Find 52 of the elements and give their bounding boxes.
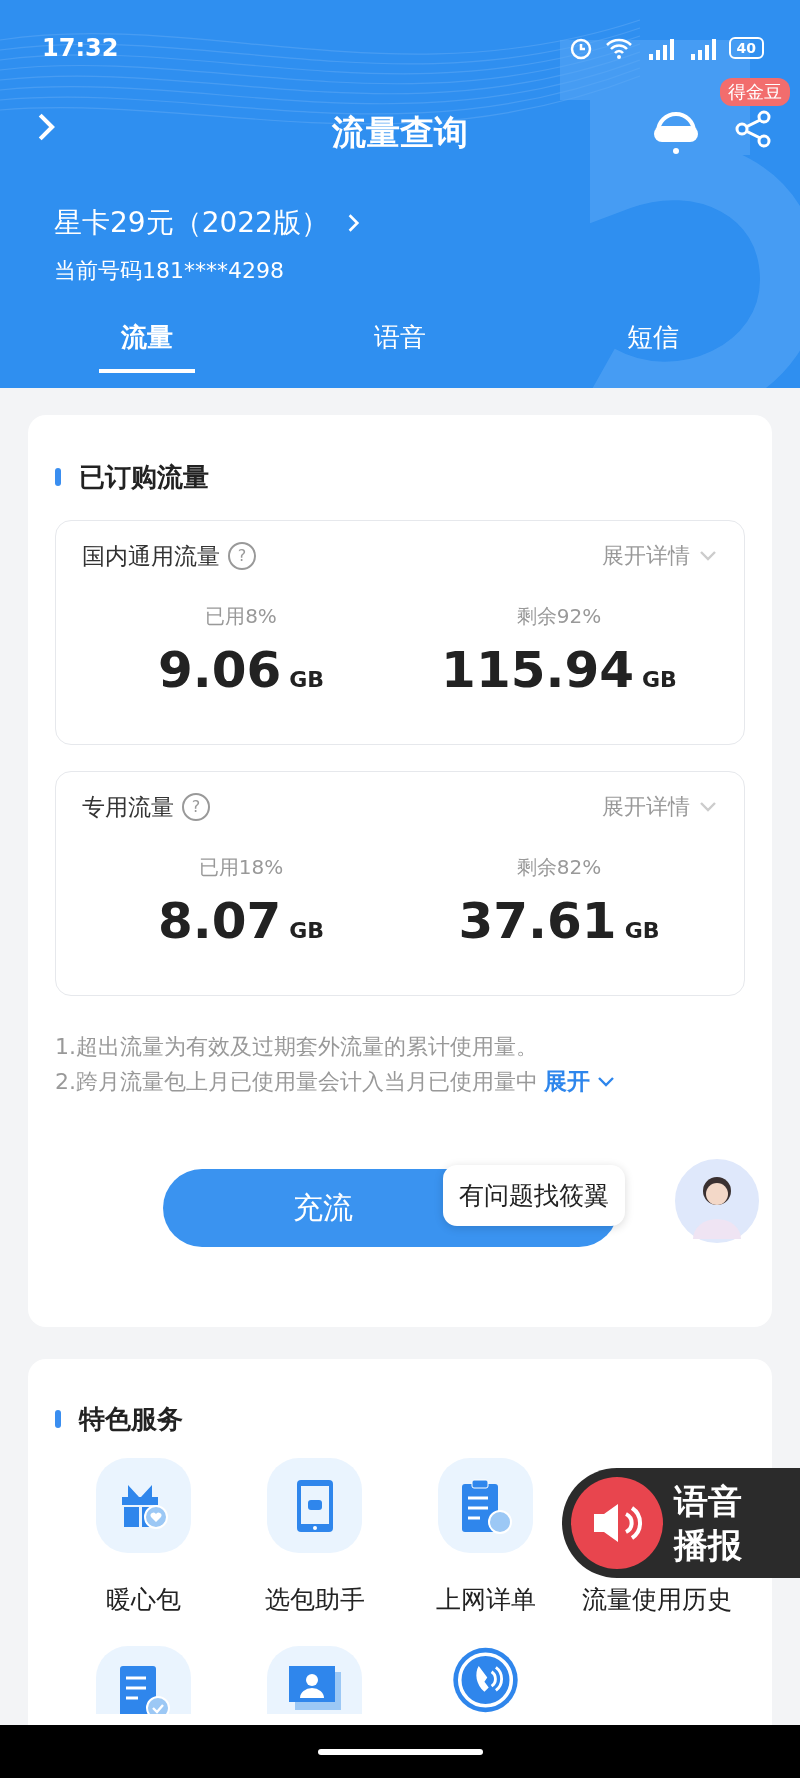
usage-type: 国内通用流量	[82, 542, 220, 571]
used-percent: 已用18%	[198, 854, 284, 881]
usage-type: 专用流量	[82, 793, 174, 822]
service-icon-tile[interactable]	[267, 1646, 362, 1714]
service-label[interactable]: 暖心包	[106, 1583, 181, 1616]
share-button[interactable]	[734, 110, 772, 148]
remaining-percent: 剩余92%	[516, 603, 602, 630]
home-indicator[interactable]	[317, 1748, 483, 1755]
phone-number: 当前号码181****4298	[54, 257, 285, 285]
page-title: 流量查询	[332, 111, 468, 154]
status-time: 17:32	[42, 34, 119, 62]
tab[interactable]: 语音	[352, 308, 448, 373]
remaining-percent: 剩余82%	[516, 854, 602, 881]
section-title: 已订购流量	[79, 461, 209, 494]
used-amount: 8.07 GB	[157, 891, 325, 952]
help-icon[interactable]: ?	[228, 542, 256, 570]
tab[interactable]: 流量	[98, 308, 195, 373]
help-icon[interactable]: ?	[182, 793, 210, 821]
service-label[interactable]: 上网详单	[435, 1583, 536, 1616]
battery-icon: 40	[728, 37, 764, 59]
reward-badge: 得金豆	[720, 78, 790, 106]
expand-details-button[interactable]: 展开详情	[602, 541, 718, 571]
section-marker	[55, 468, 61, 486]
service-icon-tile[interactable]	[96, 1458, 191, 1553]
section-title: 特色服务	[79, 1403, 183, 1436]
service-label[interactable]: 流量使用历史	[581, 1583, 732, 1616]
expand-link[interactable]: 展开	[544, 1066, 616, 1097]
assistant-tooltip: 有问题找筱翼	[443, 1165, 625, 1226]
remaining-amount: 37.61 GB	[458, 891, 660, 952]
service-icon-tile[interactable]	[438, 1458, 533, 1553]
service-label[interactable]: 选包助手	[264, 1583, 365, 1616]
service-icon-tile[interactable]	[96, 1646, 191, 1714]
note-text: 1.超出流量为有效及过期套外流量的累计使用量。	[55, 1033, 539, 1061]
voice-broadcast-label: 语音 播报	[674, 1480, 743, 1567]
share-icon	[734, 110, 772, 148]
plan-name-link[interactable]: 星卡29元（2022版）	[54, 204, 365, 242]
note-text: 2.跨月流量包上月已使用量会计入当月已使用量中	[55, 1067, 538, 1096]
phone-robot-icon	[294, 1477, 335, 1534]
service-icon-tile[interactable]	[267, 1458, 362, 1553]
remaining-amount: 115.94 GB	[441, 640, 677, 701]
wifi-icon	[604, 37, 633, 59]
expand-details-button[interactable]: 展开详情	[602, 792, 718, 822]
contact-card-icon	[286, 1664, 343, 1712]
speaker-icon	[570, 1476, 664, 1570]
voice-broadcast-button[interactable]: 语音 播报	[562, 1468, 800, 1578]
clipboard-icon	[459, 1477, 512, 1534]
used-percent: 已用8%	[205, 603, 277, 630]
used-amount: 9.06 GB	[157, 640, 325, 701]
document-check-icon	[117, 1664, 170, 1714]
section-marker	[55, 1410, 61, 1428]
alarm-icon	[568, 36, 593, 60]
tab[interactable]: 短信	[605, 308, 702, 373]
